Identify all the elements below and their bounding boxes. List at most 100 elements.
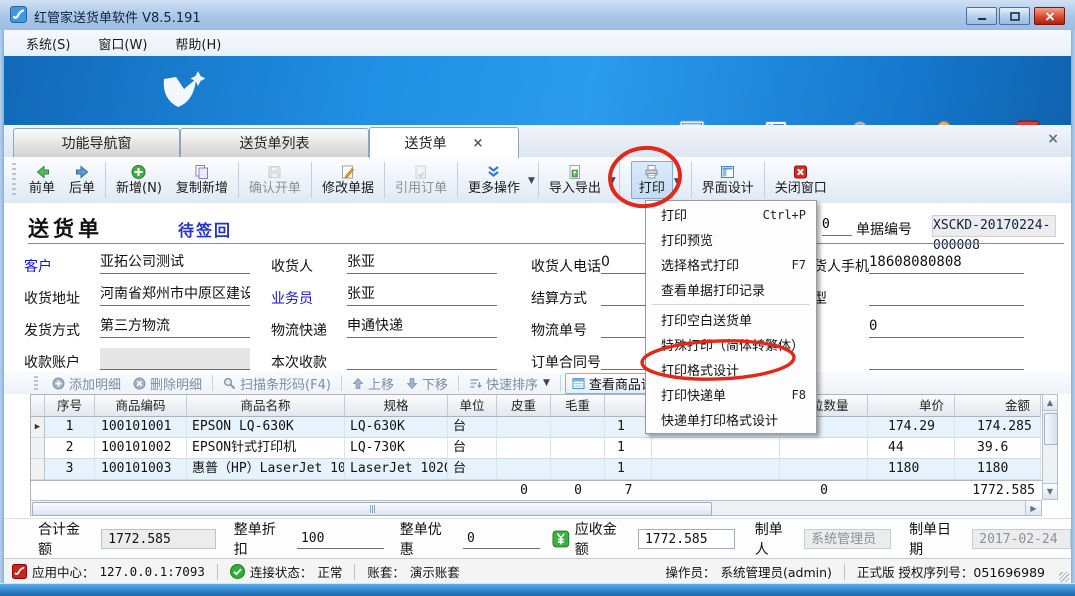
sort-icon <box>469 377 482 390</box>
customer-field[interactable]: 亚拓公司测试 <box>100 252 250 274</box>
customer-label[interactable]: 客户 <box>24 256 52 276</box>
add-new-button[interactable]: 新增(N) <box>109 162 169 198</box>
close-window-button[interactable]: 关闭窗口 <box>768 162 834 198</box>
menu-item-print-history[interactable]: 查看单据打印记录 <box>646 277 816 302</box>
add-detail-button[interactable]: 添加明细 <box>46 374 127 393</box>
row-marker-icon <box>31 459 45 480</box>
contract-label: 订单合同号 <box>531 352 601 372</box>
move-down-button[interactable]: 下移 <box>400 374 454 393</box>
chevron-down-icon[interactable]: ▼ <box>609 176 616 186</box>
prev-order-button[interactable]: 前单 <box>22 162 62 198</box>
table-row[interactable]: 3 100101003 惠普（HP）LaserJet 1020 LaserJet… <box>31 459 1042 480</box>
tabstrip-close-icon[interactable]: × <box>1047 131 1059 147</box>
edit-icon <box>339 164 356 180</box>
menu-item-label: 打印 <box>661 205 687 224</box>
menu-item-print-express[interactable]: 打印快递单F8 <box>646 382 816 407</box>
menu-shortcut: F8 <box>792 388 806 402</box>
tab-delivery-list[interactable]: 送货单列表 <box>180 128 369 157</box>
salesman-field[interactable]: 张亚 <box>347 284 497 306</box>
menu-help[interactable]: 帮助(H) <box>163 31 233 56</box>
tab-close-icon[interactable]: × <box>473 136 484 151</box>
col-no[interactable]: 序号 <box>45 395 95 417</box>
vertical-scroll-thumb[interactable] <box>1044 413 1058 445</box>
express-field[interactable]: 申通快递 <box>347 316 497 338</box>
yen-icon <box>552 530 570 548</box>
chevron-down-icon[interactable]: ▼ <box>674 177 681 187</box>
quick-sort-button[interactable]: 快速排序 ▼ <box>463 374 556 393</box>
menu-item-print-blank[interactable]: 打印空白送货单 <box>646 307 816 332</box>
col-price[interactable]: 单价 <box>868 395 955 417</box>
menu-item-print[interactable]: 打印Ctrl+P <box>646 202 816 227</box>
copy-icon <box>193 164 210 180</box>
ship-method-field[interactable]: 第三方物流 <box>100 316 250 338</box>
copy-add-button[interactable]: 复制新增 <box>169 162 235 198</box>
move-up-button[interactable]: 上移 <box>346 374 400 393</box>
payment-field[interactable] <box>347 348 497 370</box>
print-button[interactable]: 打印 <box>631 161 673 199</box>
table-row[interactable]: ▶ 1 100101001 EPSON LQ-630K LQ-630K 台 1 … <box>31 417 1042 438</box>
cell-unit: 台 <box>448 459 497 480</box>
table-row[interactable]: 2 100101002 EPSON针式打印机 LQ-730K 台 1 44 39… <box>31 438 1042 459</box>
menu-item-print-format-design[interactable]: 打印格式设计 <box>646 357 816 382</box>
col-code[interactable]: 商品编码 <box>95 395 187 417</box>
horizontal-scrollbar[interactable]: ▶ <box>30 500 1042 516</box>
menu-item-print-preview[interactable]: 打印预览 <box>646 227 816 252</box>
scan-barcode-button[interactable]: 扫描条形码(F4) <box>217 374 337 393</box>
window-right-edge <box>1071 30 1075 583</box>
doc-no-value: XSCKD-20170224-000008 <box>932 215 1056 237</box>
menu-system[interactable]: 系统(S) <box>14 31 82 56</box>
ui-design-button[interactable]: 界面设计 <box>695 162 761 198</box>
import-export-label: 导入导出 <box>549 182 601 196</box>
scroll-right-icon[interactable]: ▶ <box>1025 501 1041 515</box>
ref-order-button: 引用订单 <box>388 162 454 198</box>
row3-col4-field[interactable]: 0 <box>869 316 1024 338</box>
minimize-button[interactable] <box>966 7 997 25</box>
cell-gross <box>551 417 605 438</box>
col-name[interactable]: 商品名称 <box>187 395 345 417</box>
consignee-field[interactable]: 张亚 <box>347 252 497 274</box>
address-field[interactable]: 河南省郑州市中原区建设路 <box>100 284 250 306</box>
tab-nav-window[interactable]: 功能导航窗 <box>13 128 180 157</box>
cell-spec: LQ-630K <box>345 417 448 438</box>
salesman-label[interactable]: 业务员 <box>271 288 313 308</box>
chevron-down-icon[interactable]: ▼ <box>528 176 535 186</box>
mobile-field[interactable]: 18608080808 <box>869 252 1024 274</box>
maximize-button[interactable] <box>999 7 1030 25</box>
resize-grip[interactable] <box>1059 572 1069 582</box>
book-value: 演示账套 <box>410 562 460 581</box>
scroll-up-icon[interactable]: ▲ <box>1043 395 1057 411</box>
doc-no-label: 单据编号 <box>856 219 912 239</box>
menu-item-special-print[interactable]: 特殊打印（简体转繁体） <box>646 332 816 357</box>
next-order-button[interactable]: 后单 <box>62 162 102 198</box>
make-date-label: 制单日期 <box>909 519 964 559</box>
toolbar-grip[interactable] <box>12 163 16 197</box>
horizontal-scroll-thumb[interactable] <box>32 502 712 516</box>
detail-toolbar-grip[interactable] <box>34 376 38 390</box>
deduct-field[interactable]: 0 <box>463 529 540 549</box>
import-export-button[interactable]: 导入导出 <box>542 162 608 198</box>
maker-label: 制单人 <box>755 519 796 559</box>
chevron-down-icon[interactable]: ▼ <box>543 378 550 388</box>
tab-delivery-order[interactable]: 送货单× <box>369 127 519 158</box>
tab-strip: 功能导航窗 送货单列表 送货单× × <box>4 125 1071 158</box>
menu-window[interactable]: 窗口(W) <box>86 31 159 56</box>
menu-item-label: 打印空白送货单 <box>661 310 752 329</box>
close-button[interactable] <box>1034 7 1065 25</box>
type-field[interactable] <box>869 284 1024 306</box>
ref-order-icon <box>412 164 429 180</box>
cell-gross <box>551 438 605 459</box>
discount-field[interactable]: 100 <box>297 529 384 549</box>
menu-item-express-format-design[interactable]: 快递单打印格式设计 <box>646 407 816 432</box>
col-gross[interactable]: 毛重 <box>551 395 605 417</box>
modify-order-button[interactable]: 修改单据 <box>315 162 381 198</box>
delete-detail-button[interactable]: 删除明细 <box>127 374 208 393</box>
more-actions-button[interactable]: 更多操作 <box>461 162 527 198</box>
scroll-down-icon[interactable]: ▼ <box>1043 483 1057 499</box>
row4-col4-field[interactable] <box>869 348 1024 370</box>
menu-item-select-format-print[interactable]: 选择格式打印F7 <box>646 252 816 277</box>
col-spec[interactable]: 规格 <box>345 395 448 417</box>
col-tare[interactable]: 皮重 <box>497 395 551 417</box>
col-unit[interactable]: 单位 <box>448 395 497 417</box>
col-amount[interactable]: 金额 <box>955 395 1041 417</box>
vertical-scrollbar[interactable]: ▲ ▼ <box>1042 394 1058 500</box>
